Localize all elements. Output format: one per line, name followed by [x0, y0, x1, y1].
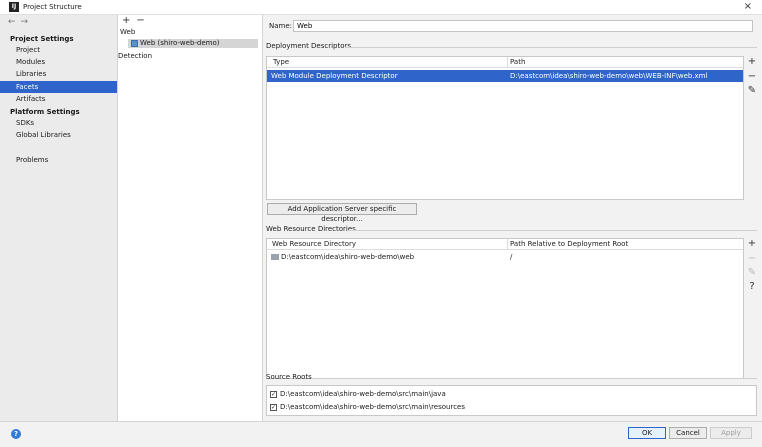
- descriptor-type-cell: Web Module Deployment Descriptor: [271, 72, 398, 80]
- source-roots-title: Source Roots: [266, 373, 312, 381]
- project-settings-header: Project Settings: [10, 35, 74, 43]
- tree-item-web-facet[interactable]: Web (shiro-web-demo): [128, 39, 258, 48]
- column-separator: [507, 57, 508, 68]
- forward-arrow-icon[interactable]: →: [21, 17, 29, 27]
- name-label: Name:: [269, 22, 293, 30]
- list-item[interactable]: ✓ D:\eastcom\idea\shiro-web-demo\src\mai…: [267, 388, 756, 400]
- web-resource-directories-title: Web Resource Directories: [266, 225, 356, 233]
- tree-item-label: Web (shiro-web-demo): [140, 39, 220, 47]
- facet-name-input[interactable]: [293, 20, 753, 32]
- facets-toolbar: + −: [122, 15, 151, 26]
- add-facet-button[interactable]: +: [122, 15, 130, 26]
- source-root-checkbox[interactable]: ✓: [270, 391, 277, 398]
- source-root-path: D:\eastcom\idea\shiro-web-demo\src\main\…: [280, 390, 446, 398]
- remove-facet-button[interactable]: −: [136, 15, 144, 26]
- table-row[interactable]: Web Module Deployment Descriptor D:\east…: [267, 70, 743, 82]
- sidebar-item-sdks[interactable]: SDKs: [0, 117, 117, 129]
- descriptor-path-cell: D:\eastcom\idea\shiro-web-demo\web\WEB-I…: [510, 72, 708, 80]
- remove-directory-button[interactable]: −: [745, 253, 759, 264]
- sidebar-item-modules[interactable]: Modules: [0, 56, 117, 68]
- resource-directory-cell: D:\eastcom\idea\shiro-web-demo\web: [281, 253, 415, 261]
- list-item[interactable]: ✓ D:\eastcom\idea\shiro-web-demo\src\mai…: [267, 401, 756, 413]
- close-icon[interactable]: ×: [744, 1, 752, 12]
- column-header-directory[interactable]: Web Resource Directory: [272, 240, 356, 248]
- divider: [349, 230, 757, 231]
- back-arrow-icon[interactable]: ←: [8, 17, 16, 27]
- sidebar-item-libraries[interactable]: Libraries: [0, 68, 117, 80]
- sidebar-item-facets[interactable]: Facets: [0, 81, 117, 93]
- source-roots-list: ✓ D:\eastcom\idea\shiro-web-demo\src\mai…: [266, 385, 757, 416]
- title-bar: IJ Project Structure ×: [0, 0, 762, 15]
- nav-arrows: ← →: [8, 17, 33, 27]
- help-directory-icon[interactable]: ?: [745, 281, 759, 292]
- folder-icon: [271, 254, 279, 260]
- tree-group-web[interactable]: Web: [120, 28, 135, 36]
- sidebar-item-project[interactable]: Project: [0, 44, 117, 56]
- column-separator: [507, 239, 508, 250]
- add-descriptor-button[interactable]: +: [745, 56, 759, 67]
- edit-descriptor-icon[interactable]: ✎: [745, 85, 759, 96]
- relative-path-cell: /: [510, 253, 513, 261]
- column-header-path[interactable]: Path: [510, 58, 525, 66]
- facets-tree-pane: + − Web Web (shiro-web-demo) Detection: [118, 15, 263, 421]
- table-header: Web Resource Directory Path Relative to …: [267, 239, 743, 250]
- tree-item-detection[interactable]: Detection: [118, 52, 152, 60]
- deployment-descriptors-title: Deployment Descriptors: [266, 42, 352, 50]
- source-root-checkbox[interactable]: ✓: [270, 404, 277, 411]
- web-resource-directories-table: Web Resource Directory Path Relative to …: [266, 238, 744, 379]
- column-header-relative-path[interactable]: Path Relative to Deployment Root: [510, 240, 628, 248]
- facet-editor: Name: Deployment Descriptors Type Path W…: [263, 15, 762, 421]
- column-header-type[interactable]: Type: [273, 58, 289, 66]
- sidebar-item-global-libraries[interactable]: Global Libraries: [0, 129, 117, 141]
- deployment-descriptors-table: Type Path Web Module Deployment Descript…: [266, 56, 744, 200]
- table-row[interactable]: D:\eastcom\idea\shiro-web-demo\web /: [267, 251, 743, 263]
- cancel-button[interactable]: Cancel: [669, 427, 707, 439]
- web-facet-icon: [131, 40, 138, 47]
- add-directory-button[interactable]: +: [745, 238, 759, 249]
- sidebar-item-artifacts[interactable]: Artifacts: [0, 93, 117, 105]
- intellij-logo-icon: IJ: [9, 2, 19, 12]
- platform-settings-header: Platform Settings: [10, 108, 80, 116]
- edit-directory-icon[interactable]: ✎: [745, 267, 759, 278]
- settings-sidebar: ← → Project Settings Project Modules Libr…: [0, 15, 118, 421]
- divider: [345, 47, 757, 48]
- remove-descriptor-button[interactable]: −: [745, 71, 759, 82]
- apply-button[interactable]: Apply: [710, 427, 752, 439]
- add-server-descriptor-button[interactable]: Add Application Server specific descript…: [267, 203, 417, 223]
- divider: [311, 378, 757, 379]
- source-root-path: D:\eastcom\idea\shiro-web-demo\src\main\…: [280, 403, 465, 411]
- table-header: Type Path: [267, 57, 743, 68]
- sidebar-item-problems[interactable]: Problems: [0, 154, 117, 166]
- dialog-footer: ? OK Cancel Apply: [0, 421, 762, 447]
- help-icon[interactable]: ?: [11, 429, 21, 439]
- window-title: Project Structure: [23, 3, 82, 11]
- ok-button[interactable]: OK: [628, 427, 666, 439]
